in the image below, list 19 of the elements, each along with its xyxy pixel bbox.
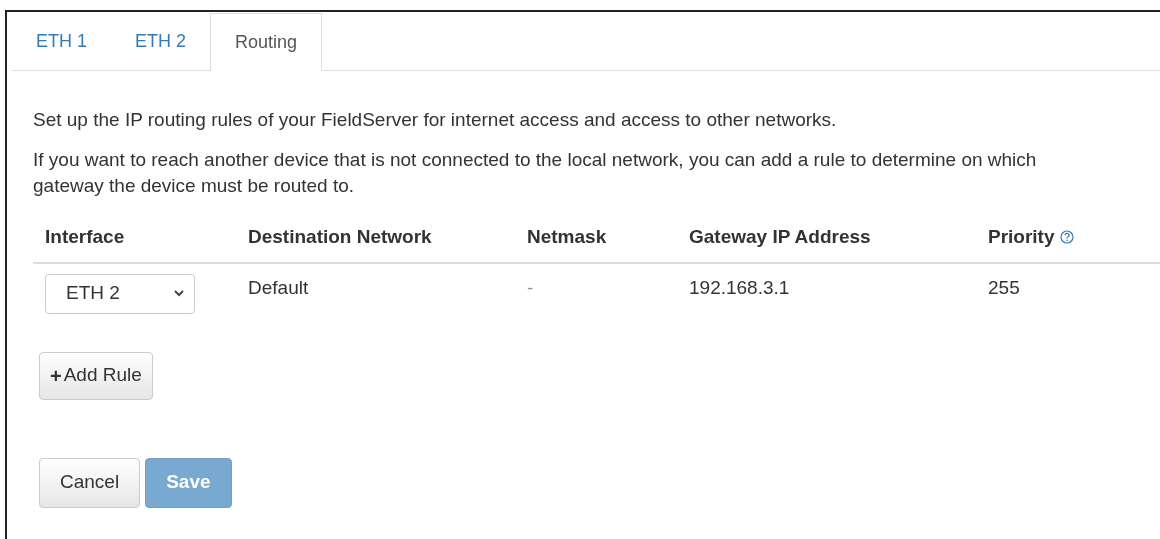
table-cell: 192.168.3.1 bbox=[689, 276, 790, 298]
tab[interactable]: ETH 2 bbox=[111, 13, 211, 70]
description-text: Set up the IP routing rules of your FieldServer for internet access and access to other networks. bbox=[33, 108, 838, 132]
column-header: Gateway IP Address bbox=[689, 225, 871, 249]
table-cell: - bbox=[527, 276, 534, 298]
column-header: Interface bbox=[45, 225, 125, 249]
description-text: If you want to reach another device that is not connected to the local network, you can add a rule to determine on which gateway the device must be routed to. bbox=[33, 148, 1038, 198]
add-rule-button[interactable]: +Add Rule bbox=[39, 351, 153, 400]
column-header: Destination Network bbox=[248, 225, 432, 249]
interface-select[interactable]: ETH 2 bbox=[45, 273, 195, 314]
tab[interactable]: Routing bbox=[210, 13, 323, 71]
help-icon[interactable] bbox=[1059, 230, 1074, 245]
column-header: Priority bbox=[988, 225, 1055, 249]
table-cell: 255 bbox=[988, 276, 1020, 298]
chevron-down-icon bbox=[174, 290, 184, 297]
table-cell: Default bbox=[248, 276, 309, 298]
tab[interactable]: ETH 1 bbox=[12, 13, 111, 70]
cancel-button[interactable]: Cancel bbox=[39, 457, 141, 508]
column-header: Netmask bbox=[527, 225, 607, 249]
